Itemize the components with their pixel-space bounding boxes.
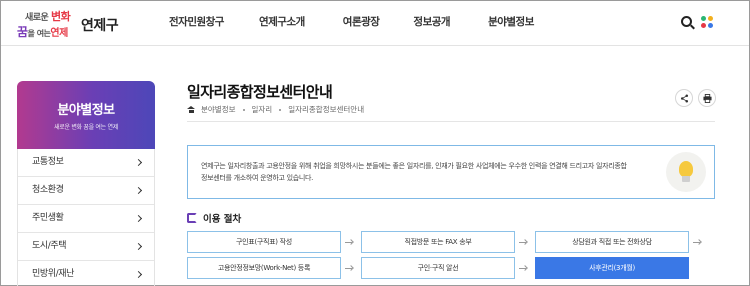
page-title: 일자리종합정보센터안내: [187, 83, 333, 101]
breadcrumb-item-current[interactable]: 일자리종합정보센터안내: [288, 104, 364, 115]
nav-item-about[interactable]: 연제구소개: [259, 1, 305, 46]
step-worknet-register: 고용안정정보망(Work-Net) 등록: [187, 257, 341, 279]
chevron-right-icon: [134, 242, 143, 251]
sidebar: 분야별정보 새로운 변화 꿈을 여는 연제 교통정보 청소환경 주민생활 도시/…: [17, 81, 155, 286]
sidebar-subtitle: 새로운 변화 꿈을 여는 연제: [54, 124, 118, 131]
main-nav: 전자민원창구 연제구소개 여론광장 정보공개 분야별정보: [169, 1, 572, 46]
chevron-right-icon: [134, 214, 143, 223]
title-divider: [187, 121, 715, 122]
breadcrumb-item[interactable]: 분야별정보: [201, 104, 236, 115]
arrow-right-icon: [519, 265, 527, 271]
sidebar-item-housing[interactable]: 도시/주택: [18, 233, 154, 261]
share-button[interactable]: [675, 89, 693, 107]
arrow-right-icon: [345, 265, 353, 271]
sidebar-title: 분야별정보: [57, 103, 115, 118]
logo-slogan-bottom: 꿈을 여는연제: [17, 25, 68, 39]
arrow-right-icon: [345, 239, 353, 245]
all-menu-icon[interactable]: [701, 16, 713, 28]
procedure-heading: 이용 절차: [187, 211, 241, 225]
chevron-right-icon: [134, 186, 143, 195]
breadcrumb-separator: [279, 108, 282, 111]
print-button[interactable]: [698, 89, 716, 107]
heading-mark-icon: [187, 213, 197, 223]
intro-box: 연제구는 일자리창출과 고용안정을 위해 취업을 희망하시는 분들에는 좋은 일…: [187, 145, 715, 199]
logo-slogan-top: 새로운 변화: [25, 10, 71, 23]
nav-item-information[interactable]: 정보공개: [413, 1, 450, 46]
intro-text: 연제구는 일자리창출과 고용안정을 위해 취업을 희망하시는 분들에는 좋은 일…: [201, 162, 627, 182]
print-icon: [703, 94, 712, 103]
site-logo[interactable]: 새로운 변화 꿈을 여는연제 연제구: [15, 6, 135, 42]
share-icon: [680, 94, 689, 103]
nav-item-field-info[interactable]: 분야별정보: [488, 1, 534, 46]
search-icon[interactable]: [681, 16, 695, 30]
sidebar-item-civil-defense[interactable]: 민방위/재난: [18, 261, 154, 286]
sidebar-item-living[interactable]: 주민생활: [18, 205, 154, 233]
nav-item-public-opinion[interactable]: 여론광장: [343, 1, 380, 46]
breadcrumb: 분야별정보 일자리 일자리종합정보센터안내: [187, 104, 364, 115]
home-icon[interactable]: [187, 106, 195, 113]
nav-item-civil-service[interactable]: 전자민원창구: [169, 1, 224, 46]
step-consultation: 상담원과 직접 또는 전화상담: [535, 231, 689, 253]
step-write-form: 구인표(구직표) 작성: [187, 231, 341, 253]
breadcrumb-separator: [242, 108, 245, 111]
arrow-right-icon: [519, 239, 527, 245]
step-follow-up: 사후관리(3개월): [535, 257, 689, 279]
logo-name: 연제구: [81, 18, 119, 34]
step-job-matching: 구인·구직 알선: [361, 257, 515, 279]
breadcrumb-item[interactable]: 일자리: [252, 104, 273, 115]
lightbulb-icon: [666, 152, 706, 192]
chevron-right-icon: [134, 158, 143, 167]
sidebar-item-environment[interactable]: 청소환경: [18, 177, 154, 205]
step-visit-or-fax: 직접방문 또는 FAX 송부: [361, 231, 515, 253]
sidebar-menu: 교통정보 청소환경 주민생활 도시/주택 민방위/재난: [17, 149, 155, 286]
chevron-right-icon: [134, 270, 143, 279]
site-header: 새로운 변화 꿈을 여는연제 연제구 전자민원창구 연제구소개 여론광장 정보공…: [1, 1, 749, 46]
sidebar-header: 분야별정보 새로운 변화 꿈을 여는 연제: [17, 81, 155, 149]
sidebar-item-traffic[interactable]: 교통정보: [18, 149, 154, 177]
arrow-right-icon: [693, 239, 701, 245]
